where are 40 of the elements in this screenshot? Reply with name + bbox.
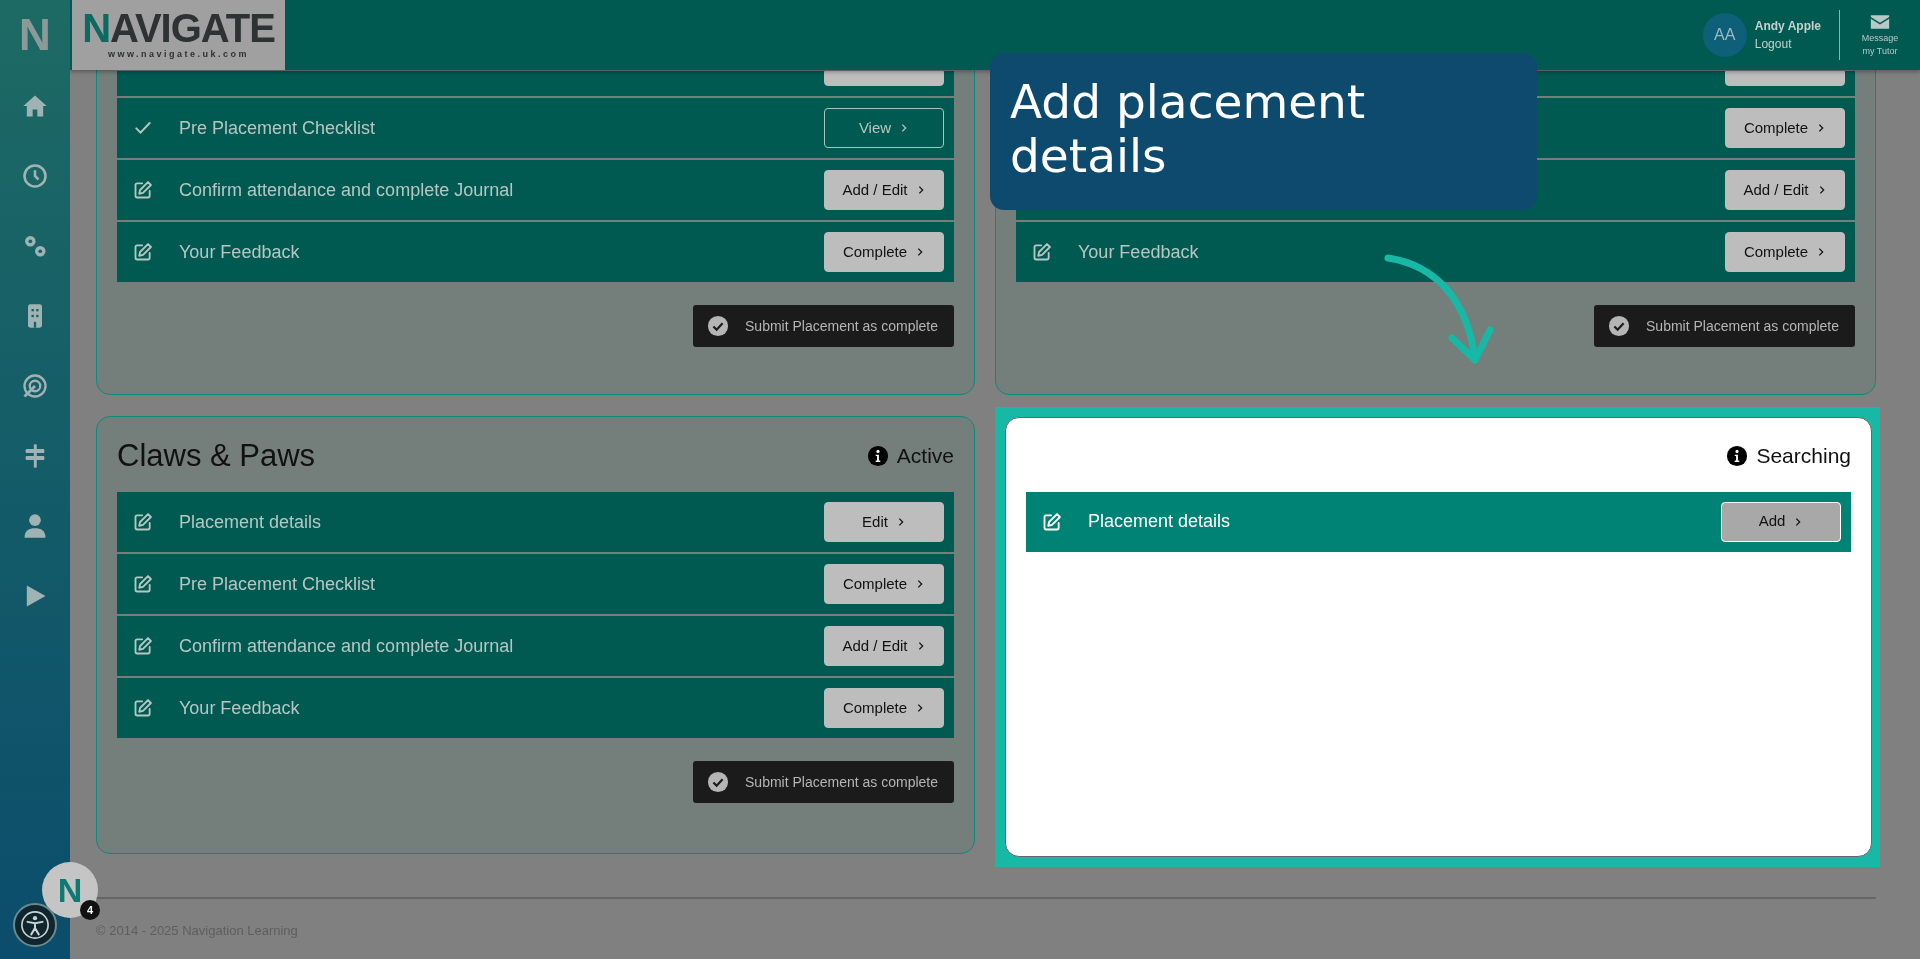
submit-button[interactable]: Submit Placement as complete (693, 761, 954, 804)
notification-badge: 4 (80, 900, 100, 920)
task-label: Placement details (179, 510, 322, 534)
check-circle-icon (707, 315, 729, 337)
user-name: Andy Apple (1754, 18, 1821, 35)
task-label: Confirm attendance and complete Journal (179, 178, 514, 202)
task-button[interactable]: Add (1721, 501, 1841, 542)
task-button[interactable]: Add / Edit (1725, 170, 1845, 210)
info-icon[interactable] (1726, 444, 1749, 467)
avatar: AA (1702, 13, 1747, 57)
task-button[interactable]: Complete (1725, 232, 1845, 272)
check-circle-icon (1608, 315, 1630, 337)
logo[interactable]: NAVIGATE www.navigate.uk.com (72, 0, 285, 70)
task-button[interactable]: Complete (824, 564, 944, 605)
card-title: Claws & Paws (117, 437, 316, 475)
task-button[interactable]: Edit (824, 502, 944, 543)
callout: Add placement details (990, 53, 1537, 210)
task-button[interactable]: Add / Edit (824, 170, 944, 210)
status-label: Active (896, 442, 954, 469)
clock-icon[interactable] (21, 162, 49, 190)
status-label: Searching (1756, 443, 1851, 469)
submit-button[interactable]: Submit Placement as complete (693, 305, 954, 347)
task-label: Pre Placement Checklist (179, 116, 376, 140)
target-icon[interactable] (21, 372, 49, 400)
task-label: Placement details (1088, 510, 1231, 533)
task-button[interactable]: Complete (824, 232, 944, 272)
info-icon[interactable] (866, 444, 889, 467)
task-label: Your Feedback (179, 240, 300, 264)
submit-button[interactable]: Submit Placement as complete (1594, 305, 1855, 347)
task-label: Your Feedback (179, 696, 300, 720)
task-label: Your Feedback (1078, 240, 1199, 264)
task-label: Pre Placement Checklist (179, 572, 376, 596)
task-label: Confirm attendance and complete Journal (179, 634, 514, 658)
task-button[interactable]: View (824, 108, 944, 148)
logout-link[interactable]: Logout (1754, 35, 1821, 53)
task-button[interactable]: Add / Edit (824, 626, 944, 667)
task-button[interactable]: Complete (1725, 108, 1845, 148)
message-tutor-link[interactable]: Message my Tutor (1858, 31, 1902, 59)
task-button[interactable]: Complete (824, 688, 944, 729)
check-circle-icon (707, 771, 729, 794)
